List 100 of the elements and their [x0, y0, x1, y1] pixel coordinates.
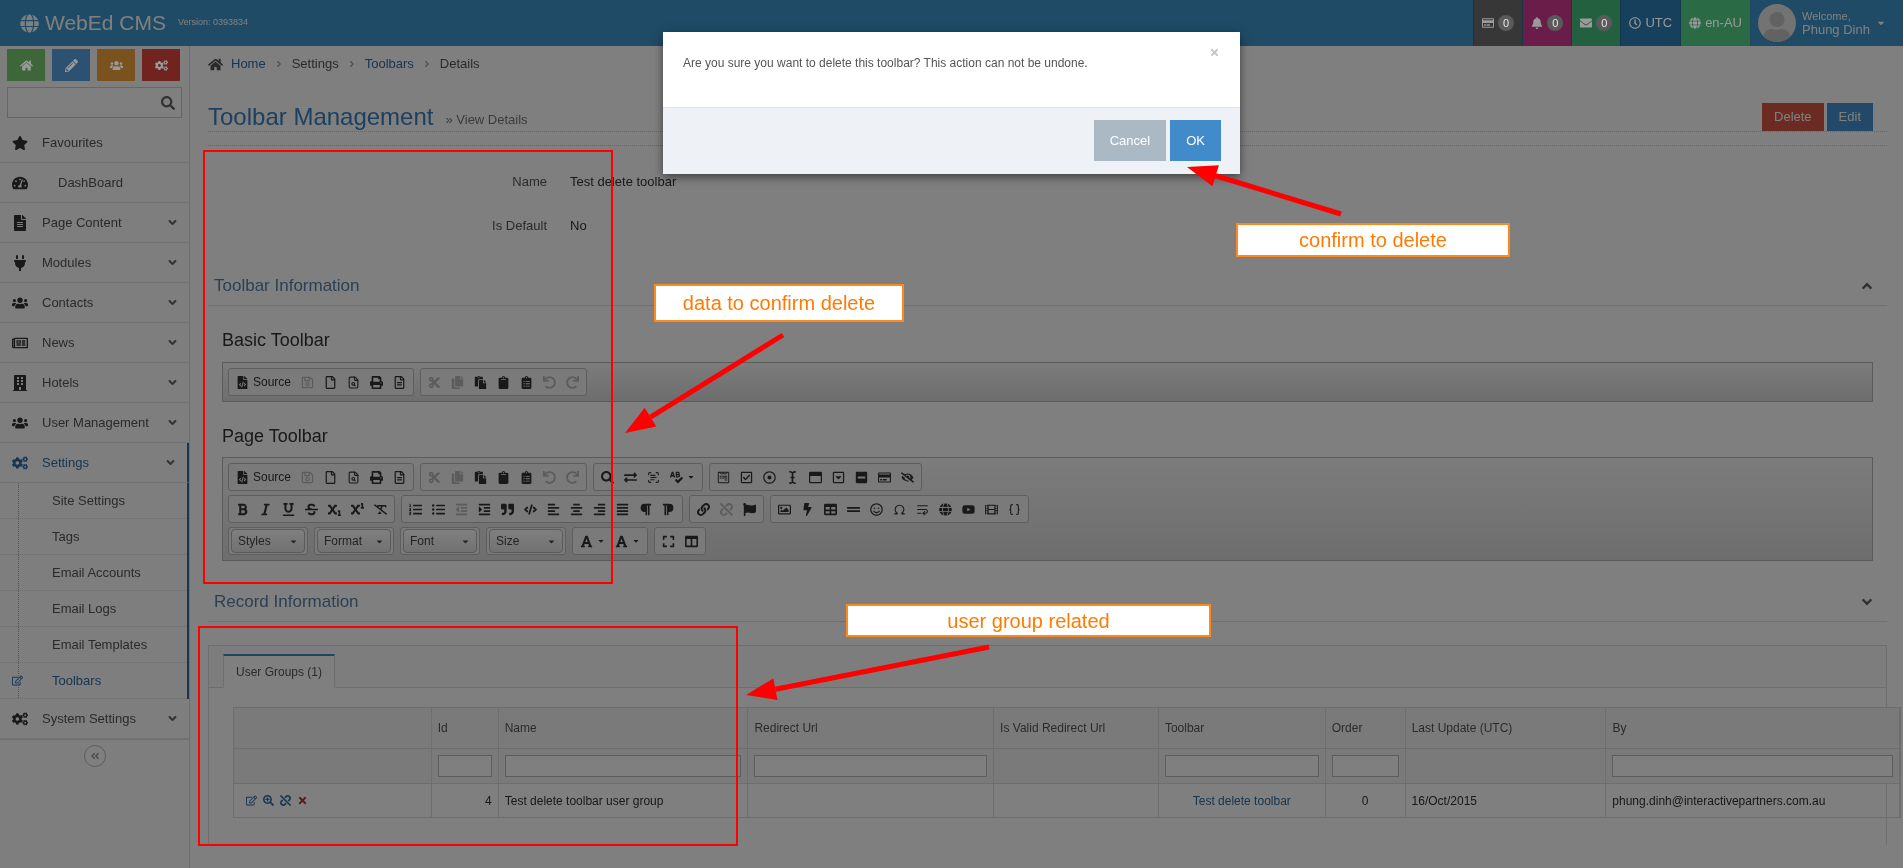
- tab[interactable]: User Groups (1): [223, 654, 336, 688]
- column-header[interactable]: Name: [498, 708, 749, 748]
- shortcut-button[interactable]: [97, 49, 135, 81]
- toolbar-title: Page Toolbar: [222, 425, 329, 448]
- sidebar-item[interactable]: Hotels: [0, 363, 189, 403]
- sidebar-item[interactable]: User Management: [0, 403, 189, 443]
- shortcut-button[interactable]: [7, 49, 45, 81]
- filter-field[interactable]: [1612, 755, 1894, 777]
- underline-icon: [282, 502, 295, 516]
- sidebar-subitem[interactable]: Toolbars: [0, 663, 187, 699]
- section-title: Toolbar Information: [214, 274, 360, 297]
- sidebar-item[interactable]: System Settings: [0, 699, 189, 739]
- edit-icon[interactable]: [246, 795, 257, 806]
- breadcrumb-link[interactable]: Home: [231, 54, 266, 74]
- search-icon[interactable]: [161, 95, 175, 110]
- filter-field[interactable]: [1164, 755, 1319, 777]
- column-header[interactable]: Redirect Url: [748, 708, 995, 748]
- search-field[interactable]: [7, 87, 182, 118]
- ok-button[interactable]: OK: [1170, 120, 1221, 161]
- delete-icon[interactable]: [297, 795, 308, 806]
- print-icon: [370, 470, 384, 484]
- column-header[interactable]: Toolbar: [1158, 708, 1326, 748]
- format-dropdown[interactable]: Size: [489, 529, 563, 553]
- sidebar-item[interactable]: News: [0, 323, 189, 363]
- section-title: Record Information: [214, 590, 359, 613]
- setting-button[interactable]: en-AU: [1680, 0, 1750, 46]
- sidebar-subitem[interactable]: Email Logs: [0, 591, 187, 627]
- edit-button[interactable]: Edit: [1826, 102, 1873, 131]
- show-blocks-icon: [685, 534, 698, 548]
- sidebar-item[interactable]: Page Content: [0, 203, 189, 243]
- toolbar-link[interactable]: Test delete toolbar: [1192, 791, 1291, 810]
- sidebar-item[interactable]: Favourites: [0, 123, 189, 163]
- notification-button[interactable]: 0: [1571, 0, 1621, 46]
- text-color-icon: [580, 534, 593, 548]
- breadcrumb-link[interactable]: Toolbars: [364, 54, 414, 74]
- page-break-icon: [916, 502, 929, 516]
- source-button[interactable]: Source: [231, 465, 297, 489]
- sidebar-subitem[interactable]: Email Accounts: [0, 555, 187, 591]
- card-icon: [1482, 17, 1495, 29]
- caret-icon: [597, 537, 605, 545]
- sidebar-item[interactable]: Settings: [0, 443, 189, 483]
- preview-icon: [347, 375, 361, 389]
- column-header[interactable]: Is Valid Redirect Url: [994, 708, 1159, 748]
- sidebar-item[interactable]: DashBoard: [0, 163, 189, 203]
- double-chevron-icon: [89, 751, 100, 761]
- align-center-icon: [570, 502, 583, 516]
- field-label: Name: [511, 173, 547, 192]
- text-area-icon: [809, 470, 823, 484]
- cancel-button[interactable]: Cancel: [1093, 120, 1167, 161]
- zoom-icon[interactable]: [263, 795, 274, 806]
- filter-field[interactable]: [437, 755, 492, 777]
- app-name[interactable]: WebEd CMS: [45, 7, 166, 39]
- filter-field[interactable]: [1331, 755, 1399, 777]
- count-badge: 0: [1596, 15, 1613, 31]
- templates-icon: [393, 375, 407, 389]
- format-dropdown[interactable]: Styles: [231, 529, 305, 553]
- column-header[interactable]: Last Update (UTC): [1405, 708, 1607, 748]
- star-icon: [12, 134, 28, 151]
- table-cell-text: Test delete toolbar user group: [504, 792, 664, 810]
- callout-label: confirm to delete: [1236, 223, 1510, 257]
- shortcut-button[interactable]: [52, 49, 90, 81]
- sidebar-subitem[interactable]: Email Templates: [0, 627, 187, 663]
- format-dropdown[interactable]: Font: [403, 529, 477, 553]
- unlink-icon[interactable]: [280, 795, 291, 806]
- flag-icon: [743, 502, 756, 516]
- text-direction-icon: [662, 502, 675, 516]
- sidebar-subitem[interactable]: Site Settings: [0, 483, 187, 519]
- user-menu[interactable]: Welcome, Phung Dinh: [1750, 0, 1903, 46]
- filter-field[interactable]: [504, 755, 742, 777]
- gauge-icon: [12, 174, 28, 191]
- format-dropdown[interactable]: Format: [317, 529, 391, 553]
- shortcut-button[interactable]: [142, 49, 180, 81]
- home-icon: [19, 58, 33, 72]
- bell-icon: [1531, 17, 1544, 29]
- sidebar-subitem[interactable]: Tags: [0, 519, 187, 555]
- source-icon: [236, 470, 249, 484]
- image-button-icon: [878, 470, 892, 484]
- sidebar-item[interactable]: Contacts: [0, 283, 189, 323]
- delete-button[interactable]: Delete: [1762, 102, 1824, 131]
- column-header[interactable]: Order: [1325, 708, 1406, 748]
- superscript-icon: [351, 502, 364, 516]
- print-icon: [370, 375, 384, 389]
- video-play-icon: [962, 502, 975, 516]
- users-icon: [109, 58, 123, 72]
- count-badge: 0: [1547, 15, 1564, 31]
- column-header[interactable]: Id: [431, 708, 499, 748]
- justify-icon: [616, 502, 629, 516]
- form-icon: [717, 470, 731, 484]
- image-icon: [778, 502, 791, 516]
- version-label: Version: 0393834: [178, 16, 249, 30]
- form-button-icon: [855, 470, 869, 484]
- sidebar-item[interactable]: Modules: [0, 243, 189, 283]
- column-header[interactable]: By: [1606, 708, 1901, 748]
- notification-button[interactable]: 0: [1473, 0, 1523, 46]
- page-subtitle: » View Details: [445, 110, 528, 129]
- filter-field[interactable]: [754, 755, 988, 777]
- source-button[interactable]: Source: [231, 370, 297, 394]
- notification-button[interactable]: 0: [1522, 0, 1572, 46]
- div-icon: [524, 502, 537, 516]
- setting-button[interactable]: UTC: [1620, 0, 1681, 46]
